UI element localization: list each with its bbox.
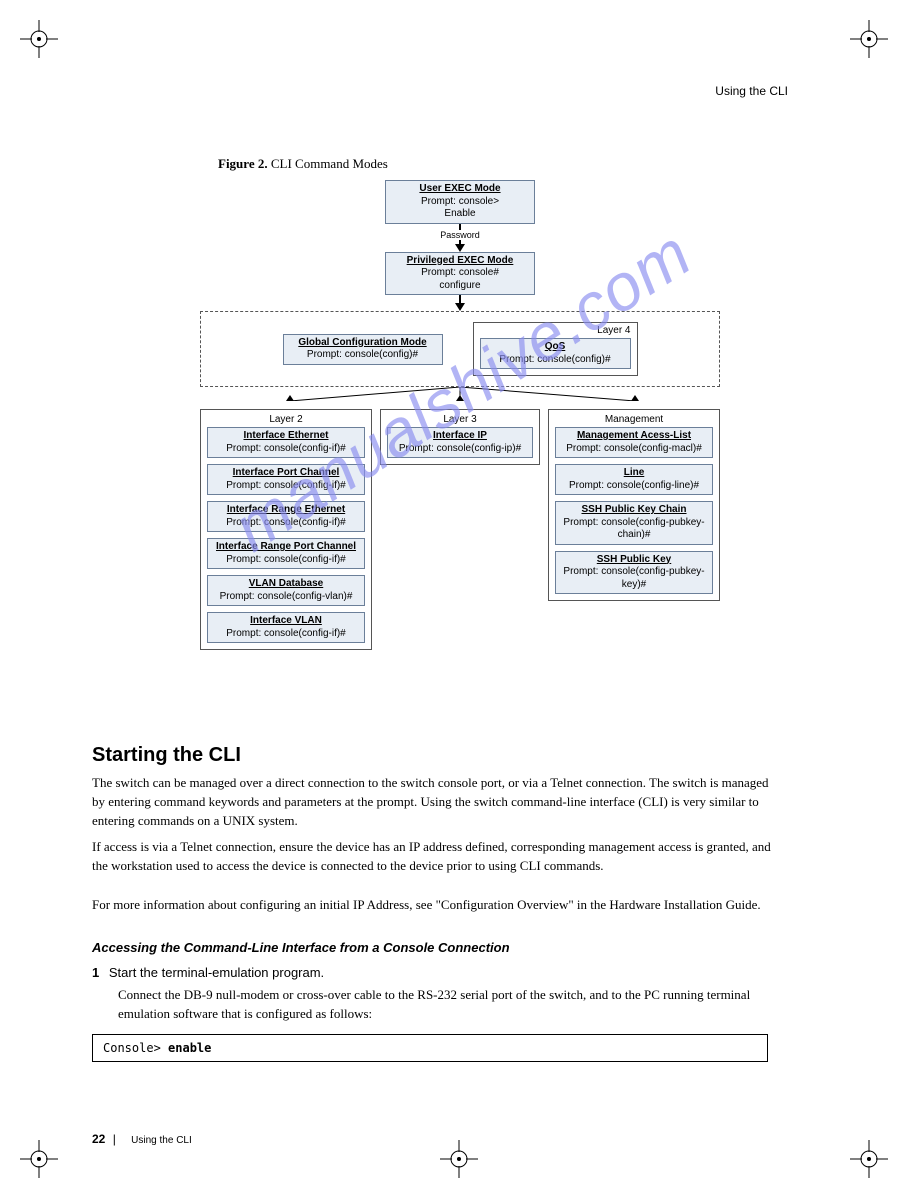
qos-prompt: Prompt: console(config)# (485, 354, 626, 367)
page-header-title: Using the CLI (715, 84, 788, 98)
box-title: Interface VLAN (212, 615, 360, 628)
password-label: Password (440, 230, 480, 240)
paragraph: If access is via a Telnet connection, en… (92, 838, 782, 876)
global-config-prompt: Prompt: console(config)# (288, 349, 438, 362)
global-config-box: Global Configuration Mode Prompt: consol… (283, 334, 443, 365)
figure-label: Figure 2. (218, 156, 268, 171)
layer3-group: Layer 3 Interface IP Prompt: console(con… (380, 409, 540, 465)
step-detail: Connect the DB-9 null-modem or cross-ove… (118, 986, 782, 1024)
layer2-box: Interface VLAN Prompt: console(config-if… (207, 612, 365, 643)
priv-exec-title: Privileged EXEC Mode (390, 255, 530, 268)
box-prompt: Prompt: console(config-if)# (212, 628, 360, 641)
box-prompt: Prompt: console(config-pubkey-key)# (560, 566, 708, 591)
layer3-box: Interface IP Prompt: console(config-ip)# (387, 427, 533, 458)
box-prompt: Prompt: console(config-line)# (560, 480, 708, 493)
management-group: Management Management Acess-List Prompt:… (548, 409, 720, 601)
example-prompt: Console> (103, 1041, 161, 1055)
box-title: Line (560, 467, 708, 480)
box-title: Interface Ethernet (212, 430, 360, 443)
qos-title: QoS (485, 341, 626, 354)
qos-box: QoS Prompt: console(config)# (480, 338, 631, 369)
box-prompt: Prompt: console(config-ip)# (392, 443, 528, 456)
step-number: 1 (92, 965, 99, 980)
layer2-label: Layer 2 (207, 414, 365, 425)
box-prompt: Prompt: console(config-macl)# (560, 443, 708, 456)
box-title: Interface IP (392, 430, 528, 443)
arrow-down-icon (455, 303, 465, 311)
box-prompt: Prompt: console(config-if)# (212, 554, 360, 567)
mgmt-box: Management Acess-List Prompt: console(co… (555, 427, 713, 458)
mgmt-box: Line Prompt: console(config-line)# (555, 464, 713, 495)
layer2-group: Layer 2 Interface Ethernet Prompt: conso… (200, 409, 372, 650)
priv-exec-prompt: Prompt: console# (390, 267, 530, 280)
box-prompt: Prompt: console(config-if)# (212, 480, 360, 493)
user-exec-sub: Enable (390, 208, 530, 221)
connector-line (459, 295, 460, 303)
mgmt-box: SSH Public Key Prompt: console(config-pu… (555, 551, 713, 595)
layer2-box: Interface Range Ethernet Prompt: console… (207, 501, 365, 532)
global-config-title: Global Configuration Mode (288, 337, 438, 350)
layer2-box: VLAN Database Prompt: console(config-vla… (207, 575, 365, 606)
arrow-down-icon (455, 244, 465, 252)
subheading-console: Accessing the Command-Line Interface fro… (92, 940, 510, 955)
box-title: SSH Public Key (560, 554, 708, 567)
management-label: Management (555, 414, 713, 425)
box-title: SSH Public Key Chain (560, 504, 708, 517)
crop-mark-icon (20, 1140, 58, 1178)
user-exec-box: User EXEC Mode Prompt: console> Enable (385, 180, 535, 224)
layer3-label: Layer 3 (387, 414, 533, 425)
box-title: Management Acess-List (560, 430, 708, 443)
paragraph: The switch can be managed over a direct … (92, 774, 782, 831)
figure-title: CLI Command Modes (271, 156, 388, 171)
crop-mark-icon (20, 20, 58, 58)
priv-exec-sub: configure (390, 280, 530, 293)
box-title: Interface Port Channel (212, 467, 360, 480)
priv-exec-box: Privileged EXEC Mode Prompt: console# co… (385, 252, 535, 296)
box-prompt: Prompt: console(config-if)# (212, 517, 360, 530)
page-footer: 22 | Using the CLI (92, 1132, 192, 1146)
layer2-stack: Interface Ethernet Prompt: console(confi… (207, 427, 365, 643)
crop-mark-icon (850, 1140, 888, 1178)
box-title: Interface Range Port Channel (212, 541, 360, 554)
crop-mark-icon (440, 1140, 478, 1178)
cli-mode-diagram: User EXEC Mode Prompt: console> Enable P… (200, 180, 720, 650)
box-title: Interface Range Ethernet (212, 504, 360, 517)
step-text: Start the terminal-emulation program. (109, 965, 324, 980)
box-prompt: Prompt: console(config-pubkey-chain)# (560, 517, 708, 542)
footer-separator: | (113, 1132, 116, 1146)
box-title: VLAN Database (212, 578, 360, 591)
fan-connector (200, 387, 720, 401)
crop-mark-icon (850, 20, 888, 58)
figure-caption: Figure 2. CLI Command Modes (218, 156, 388, 172)
user-exec-prompt: Prompt: console> (390, 196, 530, 209)
user-exec-title: User EXEC Mode (390, 183, 530, 196)
mgmt-box: SSH Public Key Chain Prompt: console(con… (555, 501, 713, 545)
layer4-label: Layer 4 (480, 325, 631, 336)
paragraph: For more information about configuring a… (92, 896, 782, 915)
layer2-box: Interface Port Channel Prompt: console(c… (207, 464, 365, 495)
layer2-box: Interface Range Port Channel Prompt: con… (207, 538, 365, 569)
page-number: 22 (92, 1132, 105, 1146)
box-prompt: Prompt: console(config-if)# (212, 443, 360, 456)
layer2-box: Interface Ethernet Prompt: console(confi… (207, 427, 365, 458)
layer4-group: Layer 4 QoS Prompt: console(config)# (473, 322, 638, 376)
heading-starting-cli: Starting the CLI (92, 744, 241, 767)
box-prompt: Prompt: console(config-vlan)# (212, 591, 360, 604)
cli-example-box: Console> enable (92, 1034, 768, 1062)
config-mode-group: Global Configuration Mode Prompt: consol… (200, 311, 720, 387)
footer-title: Using the CLI (131, 1135, 192, 1146)
example-command: enable (168, 1041, 211, 1055)
